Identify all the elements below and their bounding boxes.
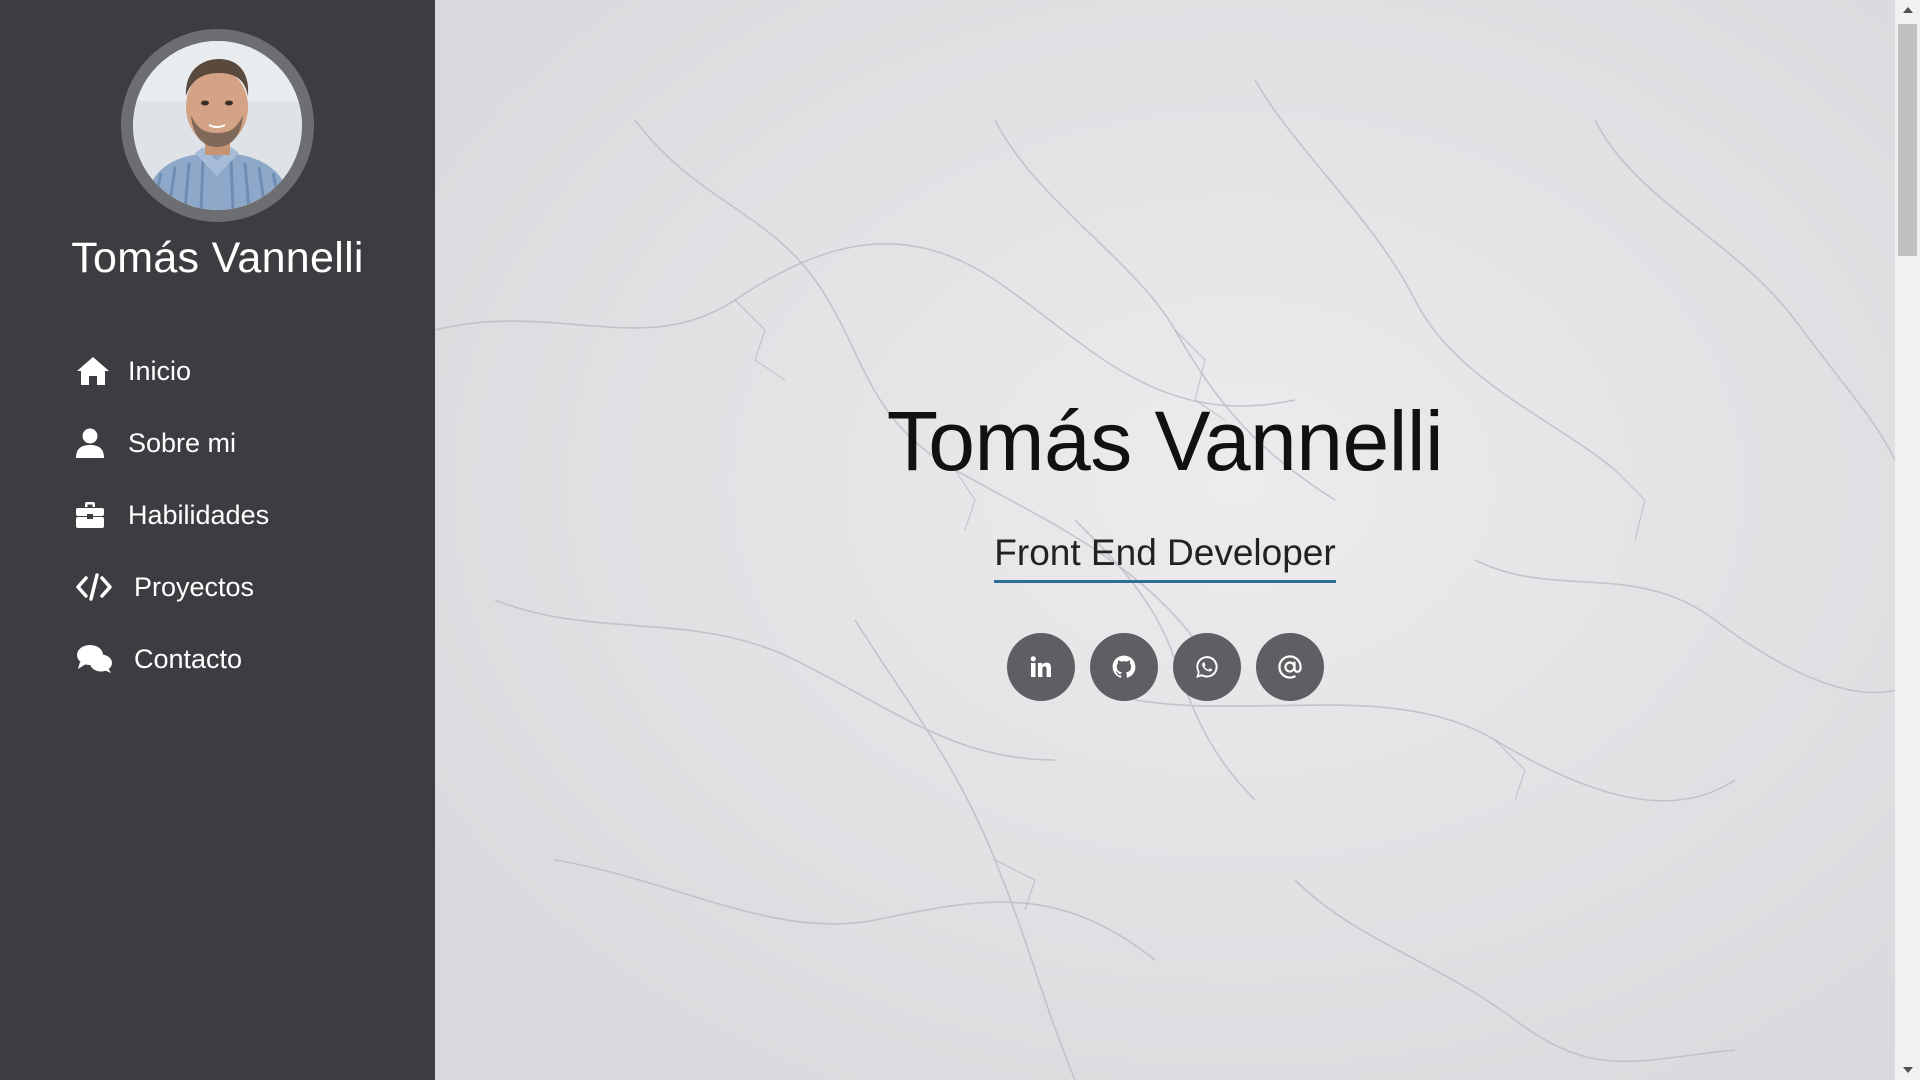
sidebar-item-label: Proyectos	[134, 571, 255, 602]
profile-photo	[133, 41, 302, 210]
at-sign-icon	[1277, 655, 1302, 679]
scroll-down-arrow[interactable]	[1895, 1060, 1920, 1080]
sidebar-name: Tomás Vannelli	[71, 234, 364, 282]
sidebar-item-habilidades[interactable]: Habilidades	[76, 479, 269, 551]
sidebar-item-label: Sobre mi	[128, 427, 237, 458]
sidebar-item-label: Inicio	[128, 355, 192, 386]
home-icon	[76, 354, 114, 388]
user-icon	[76, 426, 114, 460]
sidebar: Tomás Vannelli Inicio Sobre mi Habilidad…	[0, 0, 435, 1080]
sidebar-item-label: Contacto	[134, 643, 243, 674]
scroll-up-arrow[interactable]	[1895, 0, 1920, 20]
scroll-thumb[interactable]	[1898, 24, 1917, 256]
vertical-scrollbar[interactable]	[1895, 0, 1920, 1080]
sidebar-item-label: Habilidades	[128, 499, 270, 530]
whatsapp-button[interactable]	[1172, 633, 1241, 701]
linkedin-button[interactable]	[1006, 633, 1075, 701]
sidebar-item-sobre-mi[interactable]: Sobre mi	[76, 407, 269, 479]
linkedin-icon	[1030, 656, 1051, 677]
whatsapp-icon	[1195, 656, 1218, 678]
github-button[interactable]	[1089, 633, 1158, 701]
briefcase-icon	[76, 498, 114, 532]
comments-icon	[76, 642, 112, 676]
sidebar-item-proyectos[interactable]: Proyectos	[76, 551, 269, 623]
avatar-ring	[121, 29, 314, 222]
hero-section: Tomás Vannelli Front End Developer	[435, 0, 1895, 1080]
sidebar-item-inicio[interactable]: Inicio	[76, 335, 269, 407]
hero-subtitle-wrap: Front End Developer	[435, 532, 1895, 583]
hero-subtitle: Front End Developer	[994, 532, 1336, 583]
hero-title: Tomás Vannelli	[886, 394, 1444, 488]
code-icon	[76, 570, 112, 604]
main-content: Tomás Vannelli Front End Developer	[435, 0, 1895, 1080]
email-button[interactable]	[1255, 633, 1324, 701]
avatar	[133, 41, 302, 210]
github-icon	[1112, 655, 1135, 678]
sidebar-item-contacto[interactable]: Contacto	[76, 623, 269, 695]
sidebar-nav: Inicio Sobre mi Habilidades Proyectos Co…	[76, 335, 269, 695]
social-links	[435, 633, 1895, 701]
